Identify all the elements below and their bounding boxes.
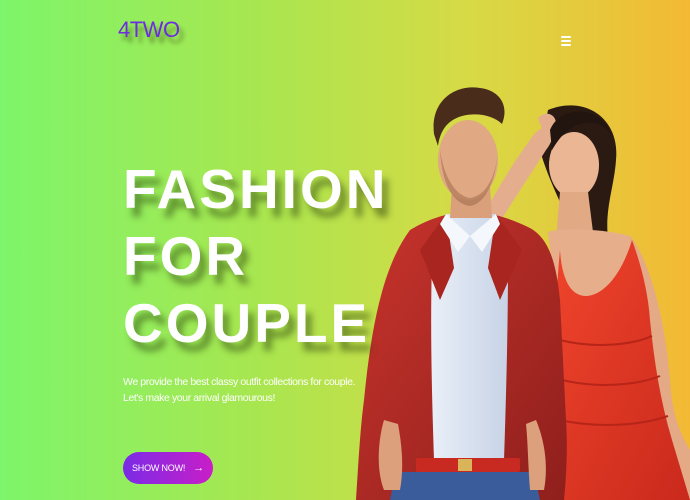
show-now-label: SHOW NOW! [131,463,186,473]
description-line-1: We provide the best classy outfit collec… [123,376,356,388]
menu-icon-bar [561,40,571,42]
description-line-2: Let's make your arrival glamourous! [123,392,275,404]
headline-line-3: COUPLE [123,292,371,354]
hamburger-menu-icon[interactable] [561,35,573,47]
show-now-button[interactable]: SHOW NOW! → [123,452,213,484]
hero-headline: FASHION FOR COUPLE [123,156,388,357]
hero-description: We provide the best classy outfit collec… [123,374,383,406]
headline-line-2: FOR [123,225,249,287]
menu-icon-bar [561,44,571,46]
arrow-right-icon: → [193,461,204,474]
menu-icon-bar [561,36,571,38]
hero-section: 4TWO FASHION FOR COUPLE We provide the b… [0,0,690,500]
brand-logo[interactable]: 4TWO [118,19,180,41]
headline-line-1: FASHION [123,158,389,220]
